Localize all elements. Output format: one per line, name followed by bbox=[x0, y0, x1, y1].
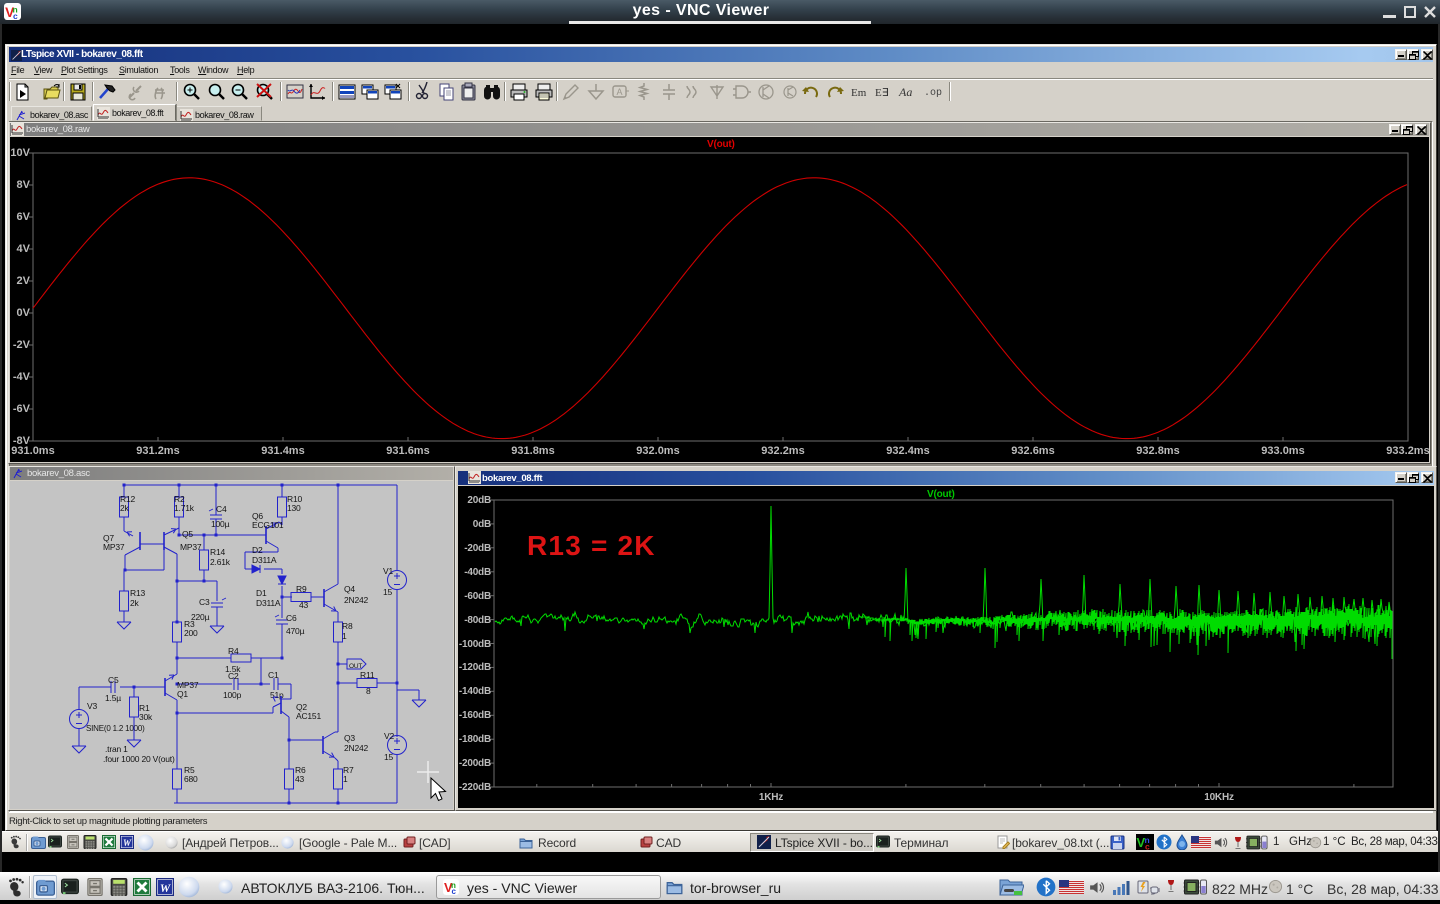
svg-text:130: 130 bbox=[287, 503, 301, 513]
svg-text:43: 43 bbox=[299, 600, 309, 610]
svg-text:2k: 2k bbox=[130, 598, 140, 608]
svg-text:SINE(0 1.2 1000): SINE(0 1.2 1000) bbox=[86, 724, 145, 733]
svg-text:C4: C4 bbox=[216, 504, 227, 514]
svg-text:15: 15 bbox=[383, 587, 393, 597]
svg-text:.four 1000 20 V(out): .four 1000 20 V(out) bbox=[103, 754, 175, 764]
svg-text:C5: C5 bbox=[108, 675, 119, 685]
svg-text:W: W bbox=[160, 882, 171, 895]
svg-text:2k: 2k bbox=[120, 503, 130, 513]
svg-text:c: c bbox=[13, 11, 18, 20]
svg-text:C6: C6 bbox=[286, 613, 297, 623]
svg-text:R14: R14 bbox=[210, 547, 225, 557]
svg-text:1.5µ: 1.5µ bbox=[105, 693, 121, 703]
svg-text:1: 1 bbox=[343, 774, 348, 784]
svg-text:A: A bbox=[616, 87, 622, 97]
svg-text:W: W bbox=[123, 838, 132, 848]
svg-text:R8: R8 bbox=[342, 621, 353, 631]
svg-text:C2: C2 bbox=[228, 671, 239, 681]
svg-text:AC151: AC151 bbox=[296, 711, 321, 721]
svg-text:.tran 1: .tran 1 bbox=[105, 744, 128, 754]
svg-text:680: 680 bbox=[184, 774, 198, 784]
svg-text:D2: D2 bbox=[252, 545, 263, 555]
svg-text:c: c bbox=[1145, 842, 1150, 851]
svg-text:Q3: Q3 bbox=[344, 733, 355, 743]
svg-text:V1: V1 bbox=[383, 566, 393, 576]
svg-text:Q1: Q1 bbox=[177, 689, 188, 699]
svg-text:1: 1 bbox=[342, 631, 347, 641]
svg-text:Q5: Q5 bbox=[182, 529, 193, 539]
svg-text:2N242: 2N242 bbox=[344, 743, 369, 753]
svg-text:E∃: E∃ bbox=[875, 87, 889, 99]
svg-text:2N242: 2N242 bbox=[344, 595, 369, 605]
svg-text:100µ: 100µ bbox=[211, 519, 230, 529]
svg-text:R13: R13 bbox=[130, 588, 145, 598]
svg-text:Em: Em bbox=[851, 87, 867, 99]
svg-text:8: 8 bbox=[366, 686, 371, 696]
svg-text:c: c bbox=[452, 887, 457, 895]
svg-text:MP37: MP37 bbox=[180, 542, 202, 552]
svg-text:.op: .op bbox=[924, 88, 942, 99]
svg-text:43: 43 bbox=[295, 774, 305, 784]
svg-text:ECG101: ECG101 bbox=[252, 520, 284, 530]
svg-text:D311A: D311A bbox=[256, 598, 281, 608]
svg-text:C1: C1 bbox=[268, 670, 279, 680]
svg-text:100p: 100p bbox=[223, 690, 242, 700]
svg-text:R9: R9 bbox=[296, 584, 307, 594]
svg-text:OUT: OUT bbox=[349, 663, 362, 670]
svg-text:15: 15 bbox=[384, 752, 394, 762]
svg-text:470µ: 470µ bbox=[286, 626, 305, 636]
svg-text:Aa: Aa bbox=[898, 85, 912, 99]
svg-text:2.61k: 2.61k bbox=[210, 557, 231, 567]
svg-text:1.71k: 1.71k bbox=[174, 503, 195, 513]
svg-text:R11: R11 bbox=[360, 670, 375, 680]
svg-text:Q4: Q4 bbox=[344, 584, 355, 594]
svg-text:V2: V2 bbox=[384, 731, 394, 741]
svg-text:D311A: D311A bbox=[252, 555, 277, 565]
svg-text:V3: V3 bbox=[87, 701, 97, 711]
svg-text:D1: D1 bbox=[256, 588, 267, 598]
svg-text:200: 200 bbox=[184, 628, 198, 638]
svg-text:MP37: MP37 bbox=[103, 542, 125, 552]
svg-text:C3: C3 bbox=[199, 597, 210, 607]
svg-text:R4: R4 bbox=[228, 646, 239, 656]
svg-text:30k: 30k bbox=[139, 712, 153, 722]
